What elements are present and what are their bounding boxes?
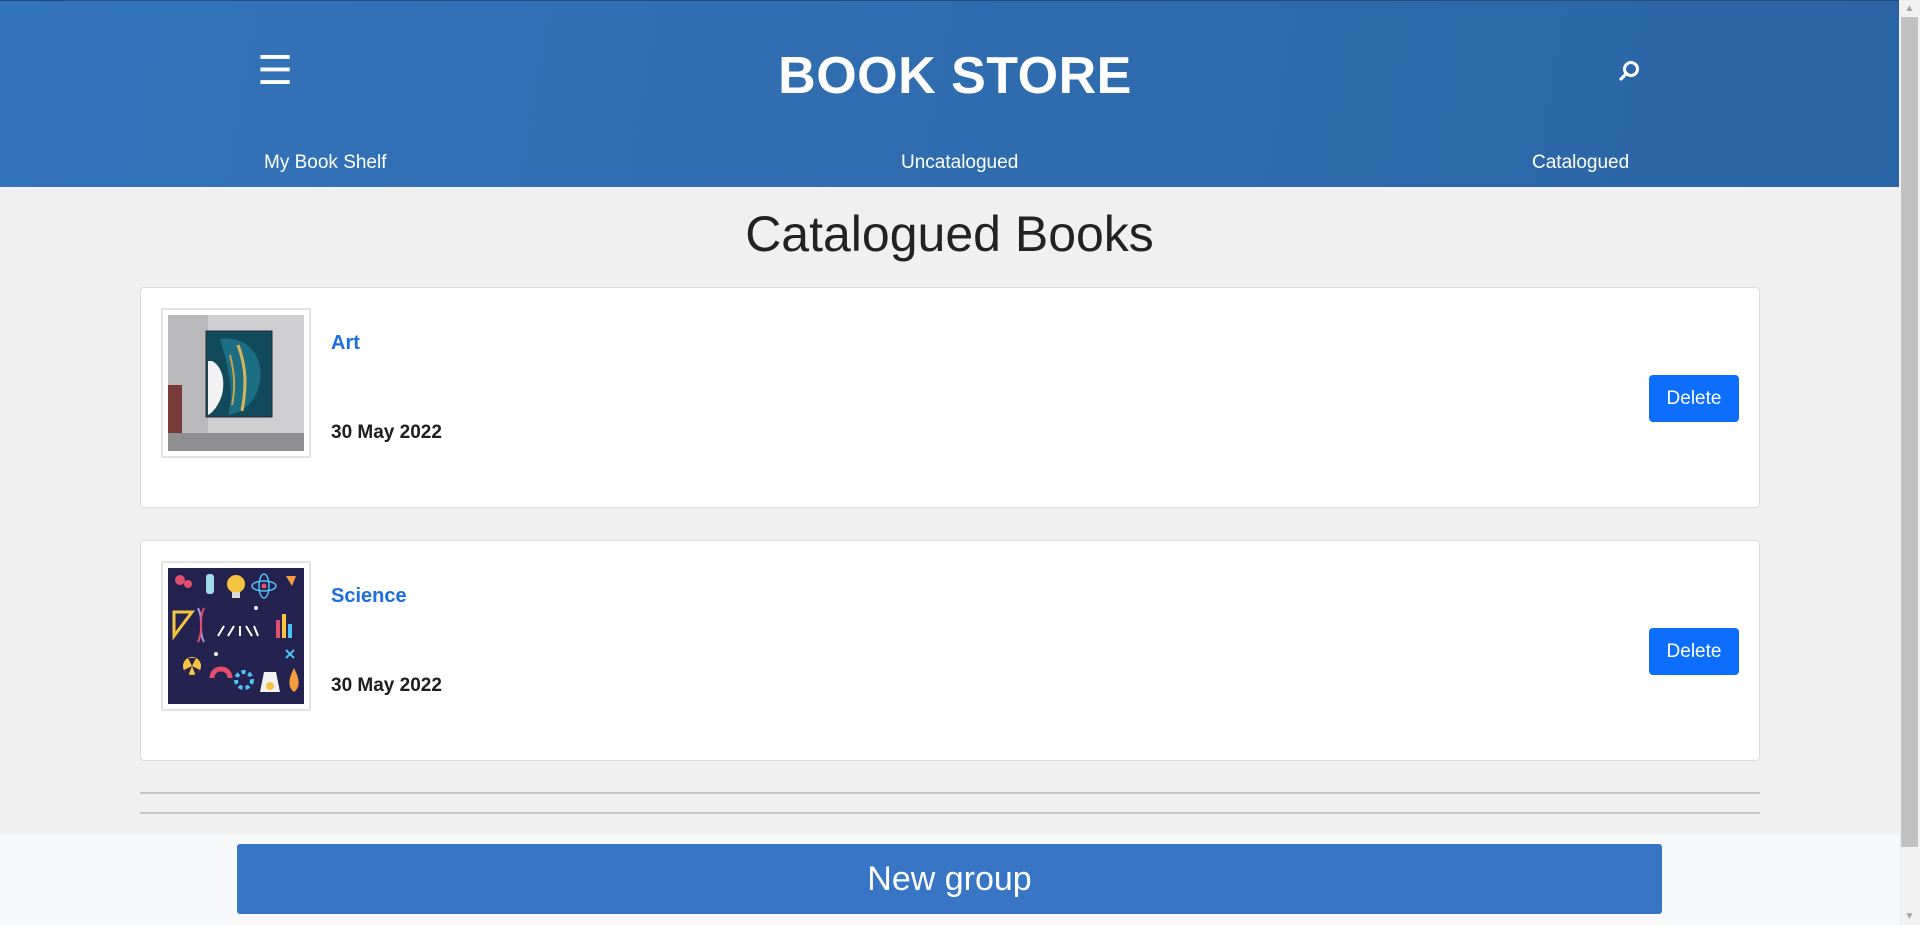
science-collage-image (168, 568, 304, 704)
scrollbar-thumb[interactable] (1901, 17, 1918, 847)
book-card: Art 30 May 2022 Delete (140, 287, 1760, 508)
app-header: ☰ BOOK STORE My Book Shelf Uncatalogued … (0, 0, 1899, 187)
footer-bar: New group (0, 834, 1899, 925)
nav-my-book-shelf[interactable]: My Book Shelf (264, 152, 387, 174)
divider (140, 812, 1760, 814)
book-thumbnail-science[interactable] (161, 561, 311, 711)
scroll-down-arrow-icon[interactable]: ▼ (1899, 908, 1920, 925)
vertical-scrollbar[interactable]: ▲ ▼ (1899, 0, 1920, 925)
page-title: Catalogued Books (745, 206, 1154, 262)
book-thumbnail-art[interactable] (161, 308, 311, 458)
page: ☰ BOOK STORE My Book Shelf Uncatalogued … (0, 0, 1899, 925)
delete-button[interactable]: Delete (1649, 628, 1739, 675)
book-title-link[interactable]: Science (331, 585, 407, 608)
book-date: 30 May 2022 (331, 675, 442, 696)
art-painting-image (168, 315, 304, 451)
search-icon[interactable] (1614, 57, 1644, 87)
book-card: Science 30 May 2022 Delete (140, 540, 1760, 761)
scroll-up-arrow-icon[interactable]: ▲ (1899, 0, 1920, 17)
book-date: 30 May 2022 (331, 422, 442, 443)
delete-button[interactable]: Delete (1649, 375, 1739, 422)
new-group-button[interactable]: New group (237, 844, 1662, 914)
book-title-link[interactable]: Art (331, 332, 360, 355)
nav-catalogued[interactable]: Catalogued (1532, 152, 1629, 174)
nav-uncatalogued[interactable]: Uncatalogued (901, 152, 1018, 174)
divider (140, 792, 1760, 794)
